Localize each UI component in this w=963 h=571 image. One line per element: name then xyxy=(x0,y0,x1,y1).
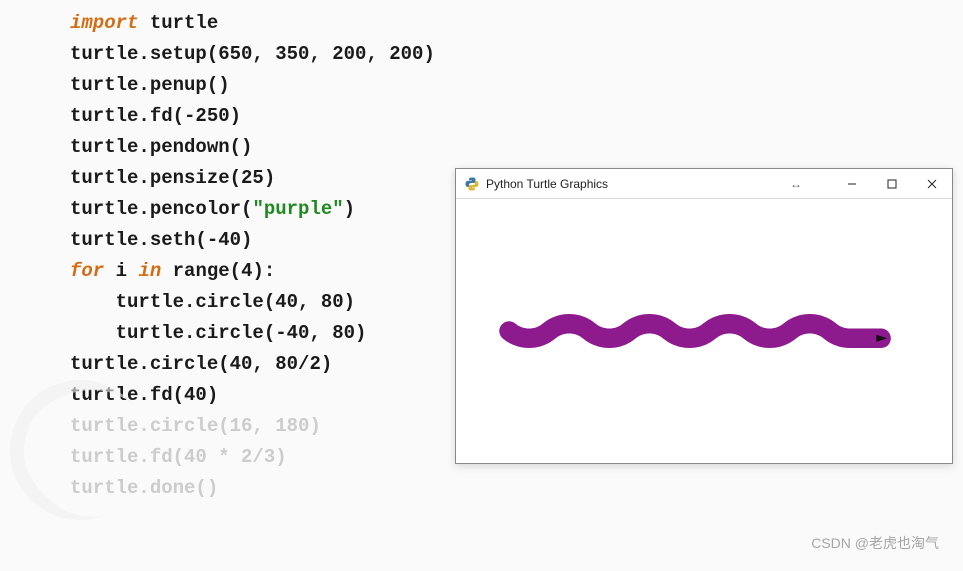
code-line: import turtle xyxy=(70,8,963,39)
window-title: Python Turtle Graphics xyxy=(486,177,608,191)
code-line: turtle.penup() xyxy=(70,70,963,101)
snake-drawing xyxy=(456,199,952,463)
code-line: turtle.pendown() xyxy=(70,132,963,163)
window-titlebar[interactable]: Python Turtle Graphics ↔ xyxy=(456,169,952,199)
code-line: turtle.done() xyxy=(70,473,963,504)
resize-hint-icon: ↔ xyxy=(790,177,802,191)
code-line: turtle.setup(650, 350, 200, 200) xyxy=(70,39,963,70)
turtle-canvas xyxy=(456,199,952,463)
minimize-button[interactable] xyxy=(832,169,872,199)
watermark-text: CSDN @老虎也淘气 xyxy=(811,533,939,553)
code-line: turtle.fd(-250) xyxy=(70,101,963,132)
maximize-button[interactable] xyxy=(872,169,912,199)
close-button[interactable] xyxy=(912,169,952,199)
python-icon xyxy=(464,176,480,192)
turtle-graphics-window: Python Turtle Graphics ↔ xyxy=(455,168,953,464)
